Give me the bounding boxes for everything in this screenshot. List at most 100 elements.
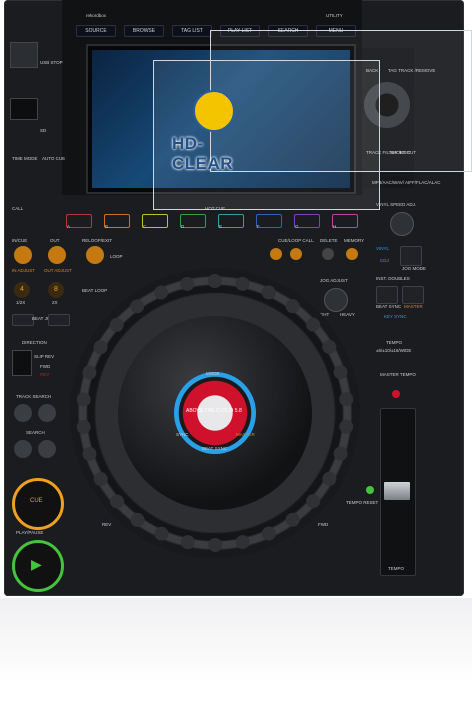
vinyl-speed-knob[interactable] bbox=[390, 212, 414, 236]
hot-cue-e[interactable]: E bbox=[218, 214, 244, 229]
usb-stop-label: USB STOP bbox=[40, 60, 63, 65]
out-label: OUT bbox=[50, 238, 60, 243]
rev-label: REV bbox=[40, 372, 50, 377]
fwd-label: FWD bbox=[40, 364, 51, 369]
cue-loop-call-label: CUE/LOOP CALL bbox=[278, 238, 314, 243]
jog-rev-label: REV bbox=[102, 522, 112, 527]
tempo-reset-button[interactable] bbox=[366, 486, 374, 494]
beat-sync-label: BEAT SYNC bbox=[376, 304, 402, 309]
jog-sync-text: SYNC bbox=[176, 432, 189, 437]
call-label: CALL bbox=[12, 206, 24, 211]
auto-cue-label: AUTO CUE bbox=[42, 156, 66, 161]
rekordbox-logo: rekordbox bbox=[86, 13, 107, 18]
beat-loop-4-button[interactable]: 4 bbox=[14, 282, 30, 298]
search-back-button[interactable] bbox=[14, 440, 32, 458]
search-fwd-button[interactable] bbox=[38, 440, 56, 458]
play-pause-button[interactable]: ▶ bbox=[12, 540, 64, 592]
hot-cue-c[interactable]: C bbox=[142, 214, 168, 229]
utility-label: UTILITY bbox=[326, 13, 343, 18]
hot-cue-f-label: F bbox=[257, 224, 260, 229]
beat-jump-fwd-button[interactable] bbox=[48, 314, 70, 326]
jog-fwd-label: FWD bbox=[318, 522, 329, 527]
in-cue-button[interactable] bbox=[14, 246, 32, 264]
master-tempo-label: MASTER TEMPO bbox=[380, 372, 416, 377]
jog-mode-text: MODE bbox=[206, 371, 220, 376]
track-search-label: TRACK SEARCH bbox=[16, 394, 52, 399]
key-sync-label[interactable]: KEY SYNC bbox=[384, 314, 407, 319]
cdj-label: CDJ bbox=[380, 258, 389, 263]
hot-cue-h[interactable]: H bbox=[332, 214, 358, 229]
hot-cue-f[interactable]: F bbox=[256, 214, 282, 229]
hot-cue-e-label: E bbox=[219, 224, 223, 229]
inst-doubles-label: INST. DOUBLES bbox=[376, 276, 410, 281]
vinyl-label: VINYL bbox=[376, 246, 390, 251]
out-adjust-label: OUT ADJUST bbox=[44, 268, 72, 273]
jog-heavy-label: HEAVY bbox=[340, 312, 355, 317]
cue-call-next-button[interactable] bbox=[290, 248, 302, 260]
reloop-label: RELOOP/EXIT bbox=[82, 238, 113, 243]
sd-slot[interactable] bbox=[10, 98, 38, 120]
source-button[interactable]: SOURCE bbox=[76, 25, 116, 37]
formats-label: MP3/AAC/WAV/ AIFF/FLAC/ALAC bbox=[372, 180, 441, 185]
cue-button[interactable]: CUE bbox=[12, 478, 64, 530]
hot-cue-a[interactable]: A bbox=[66, 214, 92, 229]
hot-cue-g[interactable]: G bbox=[294, 214, 320, 229]
vinyl-speed-label: VINYL SPEED ADJ. bbox=[376, 202, 417, 207]
hot-cue-c-label: C bbox=[143, 224, 147, 229]
tempo-fader-label: TEMPO bbox=[388, 566, 405, 571]
memory-label: MEMORY bbox=[344, 238, 365, 243]
beat-jump-back-button[interactable] bbox=[12, 314, 34, 326]
tempo-label: TEMPO bbox=[386, 340, 403, 345]
tempo-reset-label: TEMPO RESET bbox=[346, 500, 379, 505]
hot-cue-d[interactable]: D bbox=[180, 214, 206, 229]
diamond-shield-icon bbox=[193, 90, 235, 132]
direction-label: DIRECTION bbox=[22, 340, 47, 345]
play-pause-icon: ▶ bbox=[31, 556, 42, 572]
tempo-range-label: ±6/±10/±16/WIDE bbox=[376, 348, 412, 353]
master-button[interactable] bbox=[402, 286, 424, 304]
half-label: 1/2X bbox=[16, 300, 26, 305]
search-label: SEARCH bbox=[26, 430, 45, 435]
hot-cue-d-label: D bbox=[181, 224, 185, 229]
direction-lever[interactable] bbox=[12, 350, 32, 376]
out-button[interactable] bbox=[48, 246, 66, 264]
jog-master-text: MASTER bbox=[236, 432, 255, 437]
jog-beat-sync-text: BEAT SYNC bbox=[202, 446, 228, 451]
hot-cue-b-label: B bbox=[105, 224, 109, 229]
time-mode-label: TIME MODE bbox=[12, 156, 38, 161]
hot-cue-h-label: H bbox=[333, 224, 337, 229]
tempo-fader-handle[interactable] bbox=[384, 482, 410, 500]
jog-adjust-knob[interactable] bbox=[324, 288, 348, 312]
hot-cue-g-label: G bbox=[295, 224, 299, 229]
in-cue-label: IN/CUE bbox=[12, 238, 28, 243]
memory-button[interactable] bbox=[346, 248, 358, 260]
hot-cue-label: HOT CUE bbox=[205, 206, 226, 211]
delete-label: DELETE bbox=[320, 238, 338, 243]
track-search-back-button[interactable] bbox=[14, 404, 32, 422]
brand-logo-text: HD-CLEAR bbox=[172, 134, 234, 173]
hot-cue-a-label: A bbox=[67, 224, 71, 229]
cue-call-prev-button[interactable] bbox=[270, 248, 282, 260]
track-search-fwd-button[interactable] bbox=[38, 404, 56, 422]
usb-port[interactable] bbox=[10, 42, 38, 68]
browse-button[interactable]: BROWSE bbox=[124, 25, 164, 37]
beat-sync-button[interactable] bbox=[376, 286, 398, 304]
in-adjust-label: IN ADJUST bbox=[12, 268, 36, 273]
beat-loop-label: BEAT LOOP bbox=[82, 288, 108, 293]
hot-cue-b[interactable]: B bbox=[104, 214, 130, 229]
floor-reflection bbox=[0, 598, 472, 720]
jog-mode-button[interactable] bbox=[400, 246, 422, 266]
master-tempo-button[interactable] bbox=[392, 390, 400, 398]
sd-label: SD bbox=[40, 128, 47, 133]
double-label: 2X bbox=[52, 300, 58, 305]
delete-button[interactable] bbox=[322, 248, 334, 260]
jog-adjust-label: JOG ADJUST bbox=[320, 278, 348, 283]
master-label: MASTER bbox=[404, 304, 423, 309]
tag-list-button[interactable]: TAG LIST bbox=[172, 25, 212, 37]
loop-label: LOOP bbox=[110, 254, 123, 259]
cue-button-label: CUE bbox=[30, 498, 43, 504]
beat-loop-8-button[interactable]: 8 bbox=[48, 282, 64, 298]
reloop-button[interactable] bbox=[86, 246, 104, 264]
jog-mode-label: JOG MODE bbox=[402, 266, 427, 271]
jog-track-text: ABOVE THE CLOUD 5.8 bbox=[186, 408, 242, 414]
